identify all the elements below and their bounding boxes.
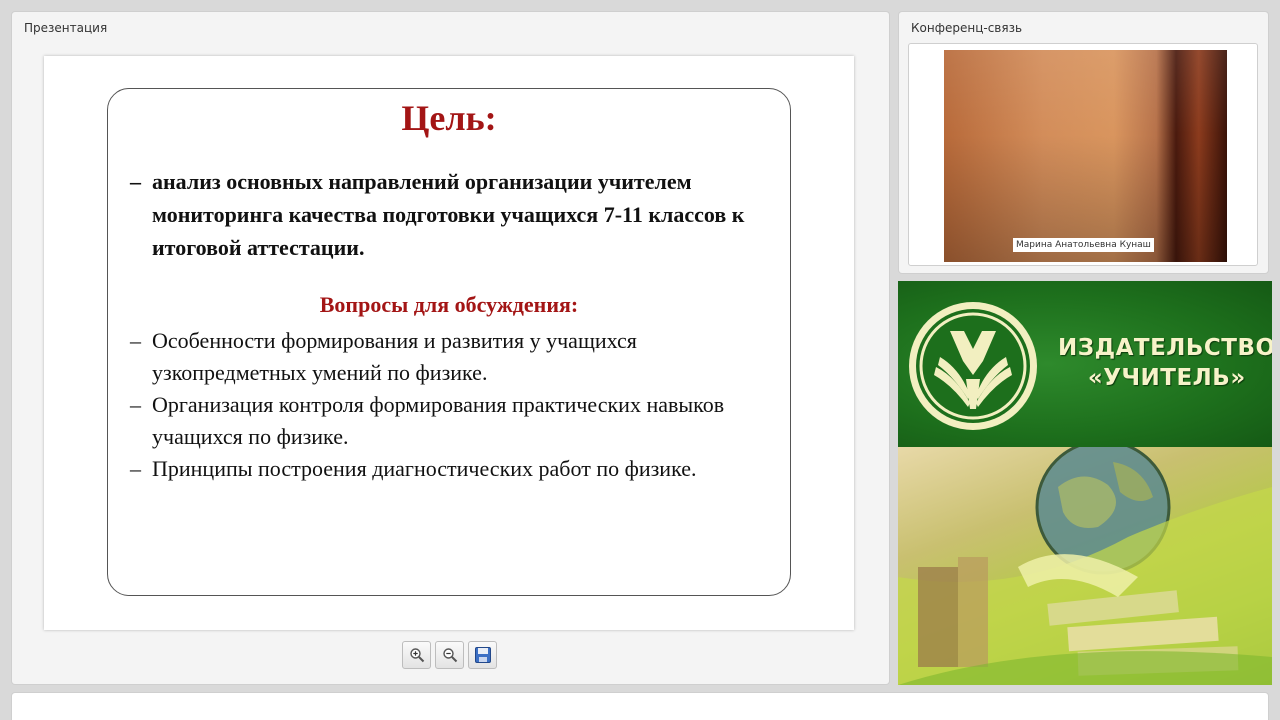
zoom-in-button[interactable]: [402, 641, 431, 669]
slide-subheading: Вопросы для обсуждения:: [319, 292, 579, 317]
zoom-out-button[interactable]: [435, 641, 464, 669]
goal-text: анализ основных направлений организации …: [152, 169, 745, 260]
goal-dash: –: [130, 169, 141, 194]
slide-goal: – анализ основных направлений организаци…: [130, 165, 770, 264]
question-item: – Особенности формирования и развития у …: [130, 325, 770, 389]
publisher-banner-image: [898, 439, 1272, 685]
question-dash: –: [130, 328, 141, 353]
conference-panel: Конференц-связь Марина Анатольевна Кунаш: [899, 12, 1268, 273]
question-text: Принципы построения диагностических рабо…: [152, 456, 697, 481]
bottom-panel: [12, 693, 1268, 720]
question-text: Особенности формирования и развития у уч…: [152, 328, 637, 385]
zoom-out-icon: [442, 648, 457, 663]
participant-name: Марина Анатольевна Кунаш: [1013, 238, 1154, 252]
publisher-banner: ИЗДАТЕЛЬСТВО «УЧИТЕЛЬ»: [898, 281, 1272, 685]
question-text: Организация контроля формирования практи…: [152, 392, 725, 449]
publisher-name: ИЗДАТЕЛЬСТВО «УЧИТЕЛЬ»: [1058, 333, 1272, 393]
presentation-panel: Презентация Цель: – анализ основных напр…: [12, 12, 889, 684]
save-icon: [474, 647, 491, 663]
presentation-panel-title: Презентация: [24, 21, 108, 35]
question-dash: –: [130, 456, 141, 481]
question-item: – Принципы построения диагностических ра…: [130, 453, 770, 485]
conference-panel-title: Конференц-связь: [911, 21, 1023, 35]
zoom-in-icon: [409, 648, 424, 663]
publisher-banner-top: ИЗДАТЕЛЬСТВО «УЧИТЕЛЬ»: [898, 281, 1272, 447]
slide-heading: Цель:: [401, 98, 497, 138]
save-button[interactable]: [468, 641, 497, 669]
slide-content-box: Цель: – анализ основных направлений орга…: [107, 88, 791, 596]
publisher-name-line1: ИЗДАТЕЛЬСТВО: [1058, 335, 1272, 361]
question-dash: –: [130, 392, 141, 417]
publisher-logo-icon: [909, 302, 1037, 430]
books-globe-image: [898, 439, 1272, 685]
questions-list: – Особенности формирования и развития у …: [130, 325, 770, 485]
question-item: – Организация контроля формирования прак…: [130, 389, 770, 453]
webcam-video[interactable]: Марина Анатольевна Кунаш: [944, 50, 1227, 262]
video-container: Марина Анатольевна Кунаш: [908, 43, 1258, 266]
presentation-toolbar: [402, 641, 497, 669]
slide: Цель: – анализ основных направлений орга…: [44, 56, 854, 630]
publisher-name-line2: «УЧИТЕЛЬ»: [1087, 365, 1246, 391]
